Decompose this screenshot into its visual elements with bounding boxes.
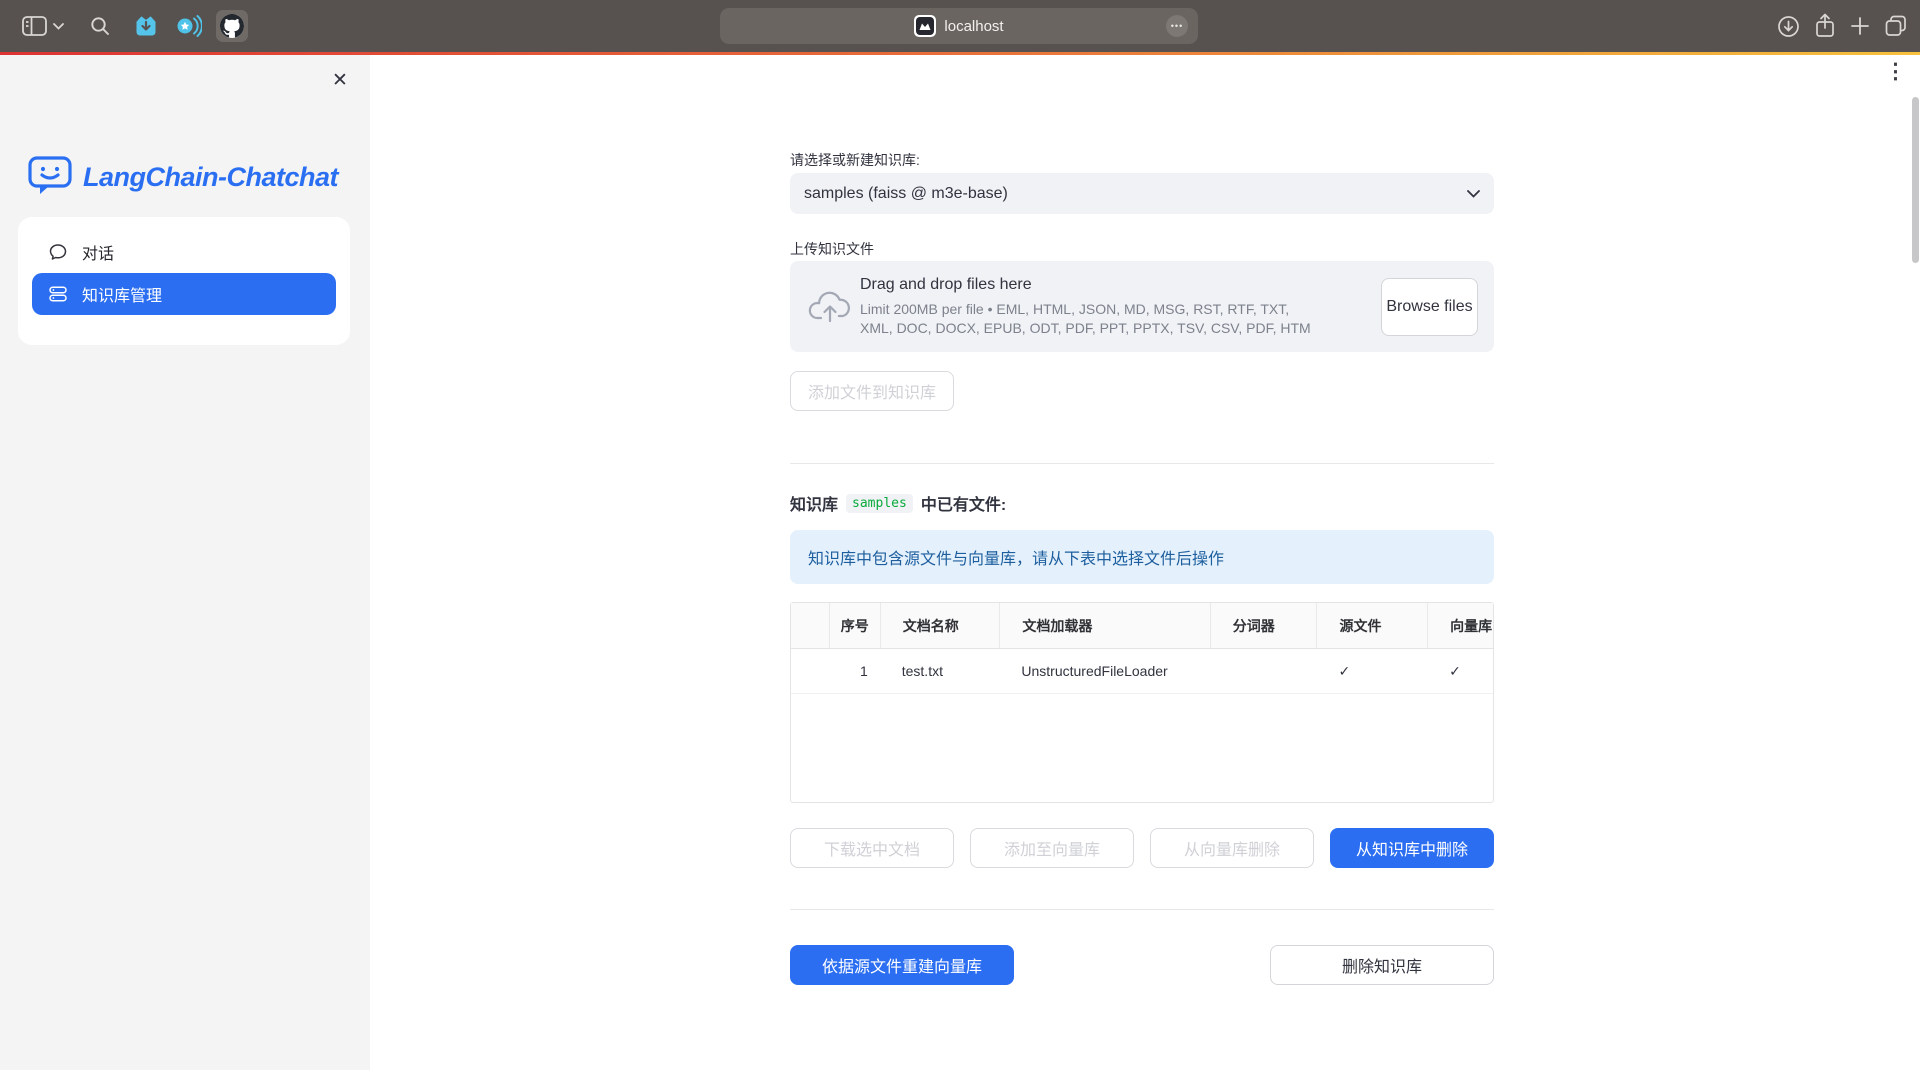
sidebar-toggle-icon[interactable] — [22, 16, 47, 36]
column-header[interactable]: 文档加载器 — [999, 603, 1209, 648]
search-icon[interactable] — [90, 16, 110, 36]
sidebar-item-label: 知识库管理 — [82, 282, 162, 306]
add-to-vector-button[interactable]: 添加至向量库 — [970, 828, 1134, 868]
sidebar-nav: 对话 知识库管理 — [18, 217, 350, 345]
sidebar-item-chat[interactable]: 对话 — [32, 231, 336, 273]
main-content: 请选择或新建知识库: samples (faiss @ m3e-base) 上传… — [790, 55, 1494, 1080]
upload-label: 上传知识文件 — [790, 239, 874, 259]
cloud-upload-icon — [806, 290, 854, 324]
logo-chat-icon — [27, 153, 73, 202]
column-header[interactable]: 序号 — [829, 603, 880, 648]
new-tab-icon[interactable] — [1850, 16, 1870, 36]
heading-prefix: 知识库 — [790, 491, 838, 515]
github-extension-icon[interactable] — [216, 10, 248, 42]
column-header[interactable]: 分词器 — [1210, 603, 1317, 648]
address-bar[interactable]: localhost ••• — [720, 8, 1198, 44]
downloads-icon[interactable] — [1777, 15, 1800, 38]
download-selected-button[interactable]: 下载选中文档 — [790, 828, 954, 868]
column-header[interactable]: 文档名称 — [880, 603, 1000, 648]
kb-global-actions: 依据源文件重建向量库 删除知识库 — [790, 945, 1494, 985]
chevron-down-icon[interactable] — [53, 23, 64, 30]
toolbar-right-group — [1777, 0, 1908, 52]
table-row[interactable]: 1 test.txt UnstructuredFileLoader ✓ ✓ — [791, 649, 1493, 694]
kb-select-value: samples (faiss @ m3e-base) — [804, 185, 1008, 203]
sidebar-footer — [0, 1070, 370, 1080]
tab-overview-icon[interactable] — [1884, 14, 1908, 38]
database-icon — [48, 284, 68, 304]
kb-select[interactable]: samples (faiss @ m3e-base) — [790, 173, 1494, 214]
heading-suffix: 中已有文件: — [921, 491, 1006, 515]
row-actions: 下载选中文档 添加至向量库 从向量库删除 从知识库中删除 — [790, 828, 1494, 868]
kb-name-code-chip: samples — [846, 494, 913, 513]
row-select-header[interactable] — [791, 603, 829, 648]
sidebar-close-button[interactable]: ✕ — [326, 67, 354, 95]
row-select-cell[interactable] — [791, 649, 829, 693]
kb-files-heading: 知识库 samples 中已有文件: — [790, 491, 1006, 515]
dropzone-limits: Limit 200MB per file • EML, HTML, JSON, … — [860, 300, 1312, 338]
column-header[interactable]: 向量库 — [1427, 603, 1493, 648]
rebuild-vector-store-button[interactable]: 依据源文件重建向量库 — [790, 945, 1014, 985]
dropzone-title: Drag and drop files here — [860, 276, 1312, 294]
cat-extension-icon[interactable] — [134, 15, 158, 37]
url-text: localhost — [944, 18, 1003, 35]
site-favicon — [914, 15, 936, 37]
divider — [790, 463, 1494, 464]
column-header[interactable]: 源文件 — [1316, 603, 1427, 648]
cell-loader: UnstructuredFileLoader — [999, 649, 1209, 693]
chat-bubble-icon — [48, 242, 68, 262]
toolbar-left-group — [22, 0, 248, 52]
streamlit-menu-button[interactable]: ⋮ — [1885, 57, 1906, 87]
cell-index: 1 — [829, 649, 880, 693]
logo-text: LangChain-Chatchat — [83, 162, 338, 193]
page-settings-icon[interactable]: ••• — [1166, 15, 1188, 37]
browser-toolbar: localhost ••• — [0, 0, 1920, 52]
share-icon[interactable] — [1814, 13, 1836, 39]
sidebar-item-knowledge-base[interactable]: 知识库管理 — [32, 273, 336, 315]
cell-source-check: ✓ — [1316, 649, 1427, 693]
browse-files-button[interactable]: Browse files — [1381, 278, 1478, 336]
dropzone-texts: Drag and drop files here Limit 200MB per… — [860, 276, 1312, 338]
cell-splitter — [1210, 649, 1317, 693]
add-files-to-kb-button[interactable]: 添加文件到知识库 — [790, 371, 954, 411]
delete-from-vector-button[interactable]: 从向量库删除 — [1150, 828, 1314, 868]
select-kb-label: 请选择或新建知识库: — [790, 150, 920, 170]
kb-files-table: 序号 文档名称 文档加载器 分词器 源文件 向量库 1 test.txt Uns… — [790, 602, 1494, 803]
divider — [790, 909, 1494, 910]
app-page: ✕ LangChain-Chatchat 对话 — [0, 55, 1920, 1080]
cell-doc-name: test.txt — [880, 649, 1000, 693]
chevron-down-icon — [1467, 190, 1480, 198]
delete-from-kb-button[interactable]: 从知识库中删除 — [1330, 828, 1494, 868]
sidebar-item-label: 对话 — [82, 240, 114, 264]
broadcast-extension-icon[interactable] — [176, 15, 202, 37]
delete-kb-button[interactable]: 删除知识库 — [1270, 945, 1494, 985]
scrollbar-thumb[interactable] — [1912, 97, 1919, 263]
info-banner: 知识库中包含源文件与向量库，请从下表中选择文件后操作 — [790, 530, 1494, 584]
sidebar: ✕ LangChain-Chatchat 对话 — [0, 55, 370, 1080]
table-header-row: 序号 文档名称 文档加载器 分词器 源文件 向量库 — [791, 603, 1493, 649]
app-logo: LangChain-Chatchat — [27, 153, 338, 202]
file-dropzone[interactable]: Drag and drop files here Limit 200MB per… — [790, 261, 1494, 352]
cell-vector-check: ✓ — [1427, 649, 1493, 693]
